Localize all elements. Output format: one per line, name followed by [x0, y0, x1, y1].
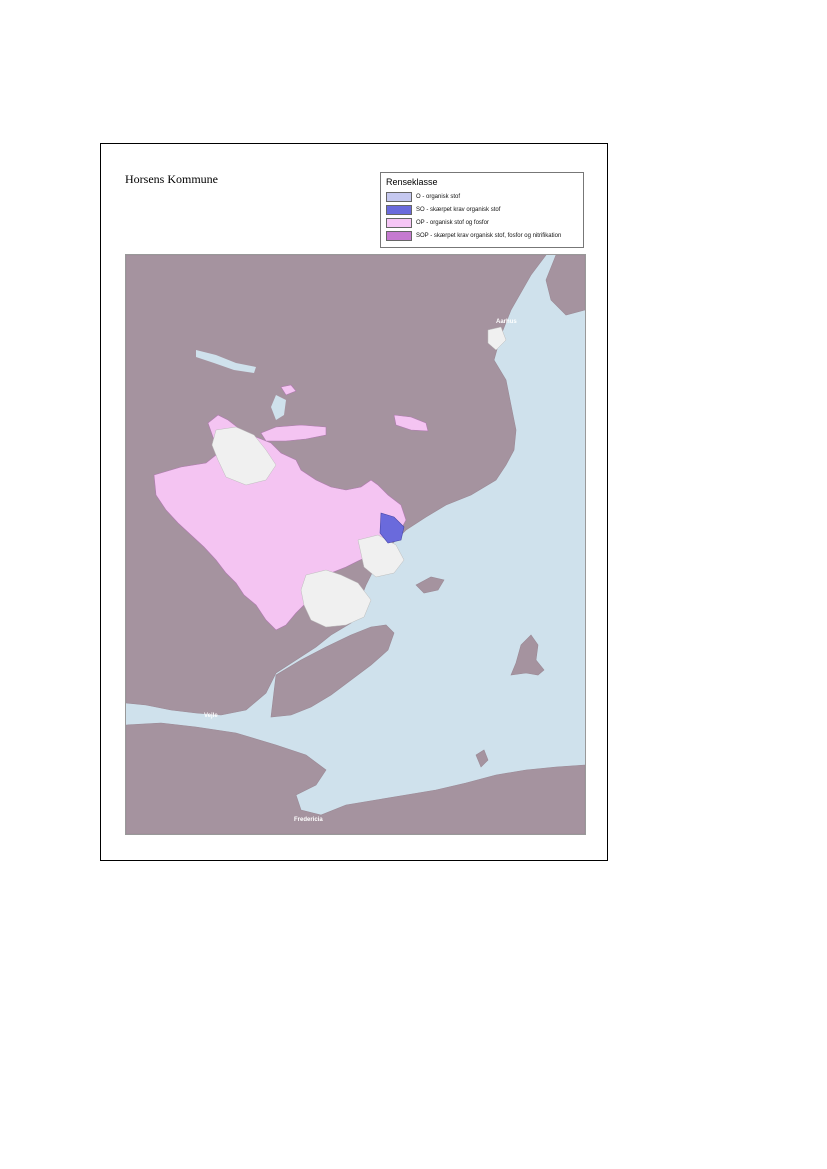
legend-swatch-o: [386, 191, 412, 202]
legend-item-o: O - organisk stof: [386, 191, 460, 202]
map-area[interactable]: Aarhus Vejle Fredericia: [125, 254, 586, 835]
legend-item-so: SO - skærpet krav organisk stof: [386, 204, 500, 215]
legend-swatch-so: [386, 204, 412, 215]
map-canvas: Aarhus Vejle Fredericia: [126, 255, 585, 834]
legend-label-op: OP - organisk stof og fosfor: [416, 219, 489, 226]
legend-swatch-sop: [386, 230, 412, 241]
legend-item-op: OP - organisk stof og fosfor: [386, 217, 489, 228]
place-label-fredericia: Fredericia: [294, 817, 323, 823]
place-label-aarhus: Aarhus: [496, 319, 517, 325]
legend: Renseklasse O - organisk stof SO - skærp…: [380, 172, 584, 248]
legend-title: Renseklasse: [386, 177, 438, 187]
place-label-vejle: Vejle: [204, 713, 218, 719]
legend-item-sop: SOP - skærpet krav organisk stof, fosfor…: [386, 230, 561, 241]
legend-label-so: SO - skærpet krav organisk stof: [416, 206, 501, 213]
legend-swatch-op: [386, 217, 412, 228]
map-title: Horsens Kommune: [125, 172, 218, 186]
legend-label-o: O - organisk stof: [416, 193, 461, 200]
legend-label-sop: SOP - skærpet krav organisk stof, fosfor…: [416, 232, 562, 239]
map-figure-frame: Horsens Kommune Renseklasse O - organisk…: [100, 143, 608, 861]
